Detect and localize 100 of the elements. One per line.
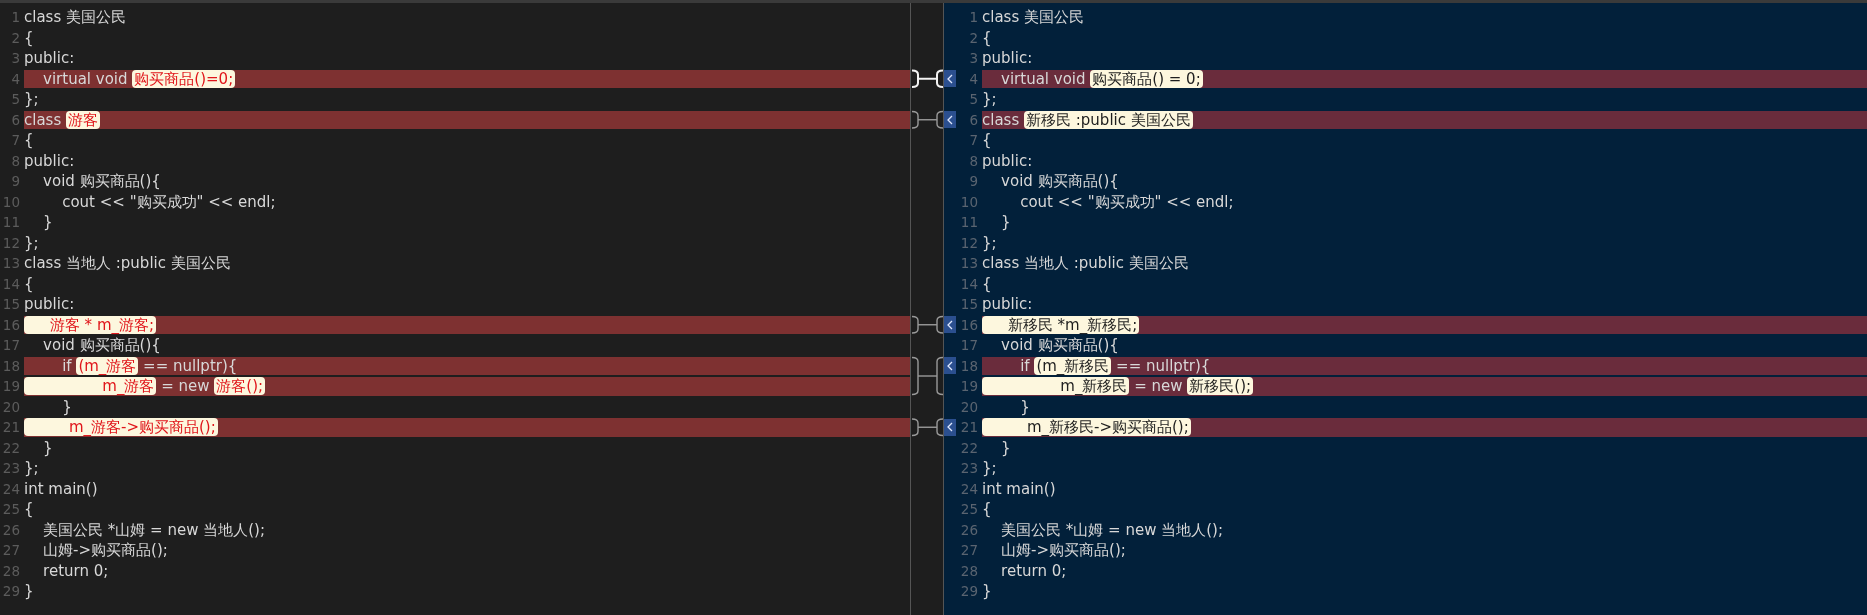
- chevron-left-icon: [946, 114, 954, 125]
- code-text: public:: [982, 49, 1033, 68]
- changed-text: m_新移民: [982, 377, 1130, 396]
- code-text: 美国公民 *山姆 = new 当地人();: [1000, 520, 1223, 539]
- code-text: 山姆->购买商品();: [1000, 541, 1126, 560]
- code-text: if: [61, 356, 73, 375]
- code-text: void 购买商品(){: [1000, 172, 1119, 191]
- changed-text: 游客 * m_游客;: [24, 315, 157, 334]
- code-text: };: [982, 233, 997, 252]
- code-text: virtual void: [42, 69, 129, 88]
- code-text: cout << "购买成功" << endl;: [61, 192, 276, 211]
- code-text: class 美国公民: [982, 8, 1084, 27]
- code-text: public:: [24, 295, 75, 314]
- chevron-left-icon: [946, 360, 954, 371]
- line-number: 27: [959, 541, 979, 560]
- code-text: = new: [1133, 377, 1184, 396]
- code-text: class: [24, 110, 63, 129]
- code-text: }: [61, 397, 72, 416]
- line-number: 9: [10, 172, 21, 191]
- code-text: public:: [982, 295, 1033, 314]
- code-text: }: [24, 582, 34, 601]
- line-number: 16: [959, 315, 979, 335]
- copy-left-button[interactable]: [944, 357, 956, 375]
- changed-text: m_新移民->购买商品();: [982, 418, 1191, 437]
- code-text: return 0;: [42, 561, 109, 580]
- code-text: 山姆->购买商品();: [42, 541, 168, 560]
- changed-text: 游客();: [214, 377, 266, 396]
- code-text: }: [1000, 438, 1011, 457]
- line-number: 21: [1, 418, 21, 437]
- line-number: 29: [1, 582, 21, 601]
- code-text: }: [42, 438, 53, 457]
- line-number: 11: [1, 213, 21, 232]
- line-number: 7: [968, 131, 979, 150]
- line-number: 27: [1, 541, 21, 560]
- diff-connector[interactable]: [911, 418, 944, 437]
- code-text: virtual void: [1000, 69, 1087, 88]
- code-text: {: [982, 131, 992, 150]
- line-number: 21: [959, 418, 979, 437]
- code-text: void 购买商品(){: [1000, 336, 1119, 355]
- code-text: public:: [24, 151, 75, 170]
- code-text: == nullptr){: [142, 356, 238, 375]
- line-number: 11: [959, 213, 979, 232]
- line-number: 24: [1, 479, 21, 499]
- line-number: 2: [10, 28, 21, 48]
- changed-text: 购买商品() = 0;: [1090, 69, 1203, 88]
- changed-text: (m_游客: [76, 356, 139, 375]
- changed-text: 游客: [66, 110, 100, 129]
- line-number: 5: [10, 90, 21, 109]
- line-number: 23: [1, 459, 21, 478]
- line-number: 6: [10, 110, 21, 130]
- diff-connector[interactable]: [911, 110, 944, 129]
- code-text: = new: [160, 377, 211, 396]
- line-number: 2: [968, 28, 979, 48]
- line-number: 14: [959, 274, 979, 294]
- line-number: 16: [1, 315, 21, 335]
- line-number: 19: [1, 377, 21, 396]
- line-number: 9: [968, 172, 979, 191]
- code-text: }: [982, 582, 992, 601]
- changed-text: (m_新移民: [1034, 356, 1112, 375]
- copy-left-button[interactable]: [944, 111, 956, 129]
- code-text: {: [24, 131, 34, 150]
- copy-left-button[interactable]: [944, 316, 956, 334]
- code-text: == nullptr){: [1115, 356, 1211, 375]
- diff-connector[interactable]: [911, 315, 944, 334]
- line-number: 26: [1, 520, 21, 540]
- line-number: 17: [1, 336, 21, 355]
- changed-text: 新移民();: [1187, 377, 1254, 396]
- line-number: 8: [968, 151, 979, 171]
- line-number: 14: [1, 274, 21, 294]
- changed-text: m_游客: [24, 377, 157, 396]
- line-number: 18: [1, 356, 21, 376]
- changed-text: 新移民 *m_新移民;: [982, 315, 1140, 334]
- line-number: 25: [1, 500, 21, 519]
- copy-left-button[interactable]: [944, 418, 956, 436]
- line-number: 26: [959, 520, 979, 540]
- code-text: void 购买商品(){: [42, 172, 161, 191]
- line-number: 3: [10, 49, 21, 68]
- changed-text: m_游客->购买商品();: [24, 418, 218, 437]
- line-number: 8: [10, 151, 21, 171]
- code-text: public:: [982, 151, 1033, 170]
- line-number: 28: [1, 561, 21, 581]
- code-text: };: [982, 459, 997, 478]
- line-number: 12: [959, 233, 979, 253]
- code-text: }: [42, 213, 53, 232]
- code-text: class 美国公民: [24, 8, 126, 27]
- line-number: 20: [959, 397, 979, 417]
- line-number: 15: [1, 295, 21, 314]
- diff-connector[interactable]: [911, 69, 944, 88]
- line-number: 24: [959, 479, 979, 499]
- line-number: 4: [968, 69, 979, 89]
- code-text: };: [24, 459, 39, 478]
- code-text: int main(): [24, 479, 98, 498]
- code-text: class 当地人 :public 美国公民: [24, 254, 231, 273]
- line-number: 15: [959, 295, 979, 314]
- chevron-left-icon: [946, 319, 954, 330]
- code-text: };: [24, 233, 39, 252]
- line-number: 12: [1, 233, 21, 253]
- copy-left-button[interactable]: [944, 70, 956, 88]
- line-number: 18: [959, 356, 979, 376]
- line-number: 13: [1, 254, 21, 273]
